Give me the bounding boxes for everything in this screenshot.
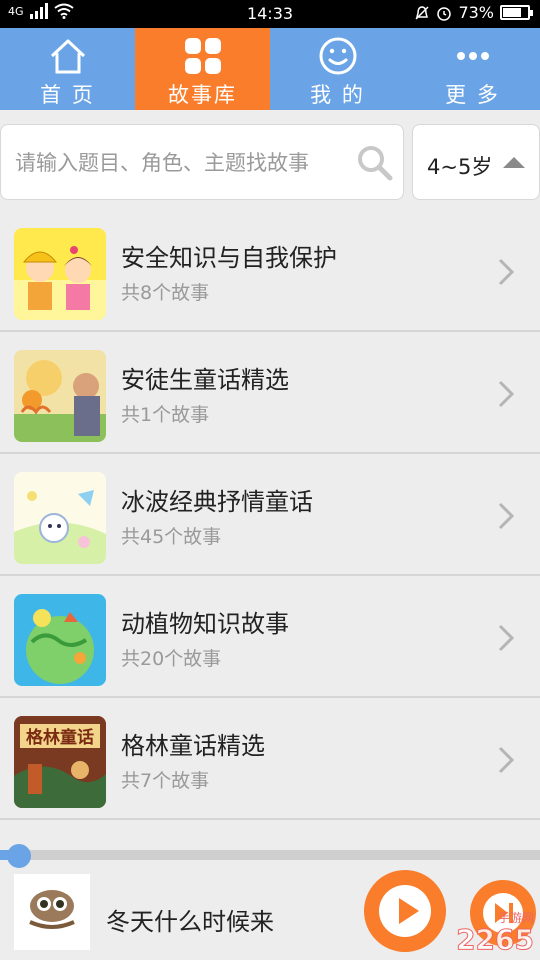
tab-more-label: 更 多: [445, 83, 500, 107]
tab-story-library[interactable]: 故事库: [135, 28, 270, 110]
chevron-right-icon: [498, 380, 515, 408]
category-title: 安全知识与自我保护: [121, 244, 337, 272]
category-thumbnail: [14, 594, 106, 686]
play-icon: [379, 885, 431, 937]
search-icon[interactable]: [355, 143, 395, 183]
category-title: 格林童话精选: [121, 732, 265, 760]
battery-percent: 73%: [458, 3, 494, 22]
category-thumbnail: [14, 472, 106, 564]
grid-icon: [184, 38, 221, 74]
chevron-right-icon: [498, 258, 515, 286]
chevron-right-icon: [498, 746, 515, 774]
category-count: 共20个故事: [121, 648, 222, 670]
now-playing-thumbnail: [14, 874, 90, 950]
category-count: 共8个故事: [121, 282, 210, 304]
category-thumbnail: [14, 350, 106, 442]
list-item[interactable]: 安徒生童话精选 共1个故事: [0, 334, 540, 454]
tab-more[interactable]: 更 多: [405, 28, 540, 110]
list-item[interactable]: 格林童话 格林童话精选 共7个故事: [0, 700, 540, 820]
now-playing-title: 冬天什么时候来: [106, 908, 274, 936]
list-item[interactable]: 安全知识与自我保护 共8个故事: [0, 212, 540, 332]
svg-text:格林童话: 格林童话: [26, 727, 94, 748]
category-title: 冰波经典抒情童话: [121, 488, 313, 516]
category-list: 安全知识与自我保护 共8个故事 安徒生童话精选 共1个故事 冰波经典抒情童话 共…: [0, 212, 540, 824]
more-dots-icon: [456, 52, 489, 60]
status-right: 73%: [414, 3, 533, 22]
battery-icon: [500, 5, 533, 20]
category-thumbnail: [14, 228, 106, 320]
category-title: 安徒生童话精选: [121, 366, 289, 394]
age-filter-dropdown[interactable]: 4~5岁: [412, 124, 540, 200]
chevron-right-icon: [498, 624, 515, 652]
smiley-icon: [319, 37, 356, 75]
category-count: 共1个故事: [121, 404, 210, 426]
home-icon: [50, 39, 85, 74]
progress-bar[interactable]: [0, 844, 540, 868]
category-count: 共7个故事: [121, 770, 210, 792]
search-input[interactable]: [15, 143, 355, 183]
status-bar: 4G 14:33 73%: [0, 0, 540, 28]
search-box: [0, 124, 404, 200]
tab-home[interactable]: 首 页: [0, 28, 135, 110]
category-title: 动植物知识故事: [121, 610, 289, 638]
watermark: 2265: [456, 923, 535, 957]
age-filter-value: 4~5岁: [427, 155, 493, 179]
play-button[interactable]: [364, 870, 446, 952]
mini-player: 冬天什么时候来 手游网 2265: [0, 840, 540, 960]
alarm-icon: [437, 6, 452, 21]
tab-home-label: 首 页: [40, 83, 95, 107]
tab-story-library-label: 故事库: [168, 83, 237, 107]
progress-knob[interactable]: [6, 844, 31, 868]
caret-up-icon: [503, 157, 525, 168]
mute-bell-icon: [415, 5, 429, 20]
list-item[interactable]: 动植物知识故事 共20个故事: [0, 578, 540, 698]
top-tab-bar: 首 页 故事库 我 的 更 多: [0, 28, 540, 110]
category-count: 共45个故事: [121, 526, 222, 548]
chevron-right-icon: [498, 502, 515, 530]
tab-mine-label: 我 的: [310, 83, 365, 107]
category-thumbnail: 格林童话: [14, 716, 106, 808]
tab-mine[interactable]: 我 的: [270, 28, 405, 110]
list-item[interactable]: 冰波经典抒情童话 共45个故事: [0, 456, 540, 576]
